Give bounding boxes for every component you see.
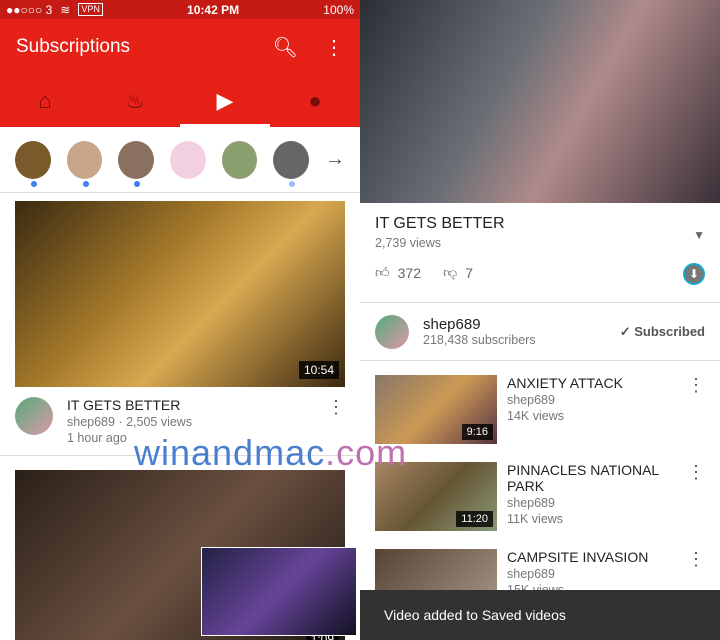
- tab-subscriptions[interactable]: ▶: [180, 75, 270, 127]
- video-info: IT GETS BETTER 2,739 views ▼ 👍︎ 372 👎︎ 7 ⬇: [360, 203, 720, 303]
- channel-avatar[interactable]: [66, 140, 103, 187]
- tab-account[interactable]: ●: [270, 75, 360, 127]
- tab-trending[interactable]: ♨: [90, 75, 180, 127]
- duration: 11:20: [456, 511, 493, 527]
- snackbar: Video added to Saved videos: [360, 590, 720, 640]
- tab-bar: ⌂ ♨ ▶ ●: [0, 75, 360, 127]
- status-bar: ●●○○○ 3 ≋ VPN 10:42 PM 100%: [0, 0, 360, 19]
- check-icon: ✓: [619, 323, 635, 339]
- mini-player[interactable]: [201, 547, 357, 636]
- arrow-right-icon[interactable]: →: [325, 148, 345, 171]
- download-icon[interactable]: ⬇: [683, 263, 705, 285]
- dislike-count: 7: [465, 264, 474, 281]
- video-title: IT GETS BETTER: [375, 215, 505, 232]
- channel-row[interactable]: shep689 218,438 subscribers ✓ Subscribed: [360, 303, 720, 361]
- carrier: ●●○○○ 3: [6, 2, 53, 17]
- channel-name: shep689: [507, 393, 555, 407]
- video-title: IT GETS BETTER: [67, 397, 181, 413]
- watch-screen: IT GETS BETTER 2,739 views ▼ 👍︎ 372 👎︎ 7 ⬇…: [360, 0, 720, 640]
- video-title: ANXIETY ATTACK: [507, 375, 623, 391]
- view-count: 2,739 views: [375, 236, 442, 250]
- avatar[interactable]: [15, 397, 53, 435]
- more-vert-icon[interactable]: ⋮: [687, 375, 705, 448]
- vpn-badge: VPN: [78, 3, 103, 16]
- thumbs-up-icon[interactable]: 👍︎: [375, 264, 390, 281]
- channel-strip: →: [0, 127, 360, 193]
- channel-avatar[interactable]: [273, 140, 310, 187]
- avatar[interactable]: [375, 314, 409, 349]
- duration: 10:54: [298, 361, 339, 379]
- time: 10:42 PM: [187, 2, 240, 17]
- duration: 9:16: [461, 424, 493, 440]
- like-count: 372: [397, 264, 421, 281]
- flame-icon: ♨: [125, 88, 145, 113]
- app-bar: Subscriptions 🔍︎ ⋮: [0, 19, 360, 75]
- thumbs-down-icon[interactable]: 👎︎: [443, 264, 457, 281]
- subscriptions-icon: ▶: [216, 88, 234, 113]
- channel-avatar[interactable]: [170, 140, 206, 179]
- battery: 100%: [323, 2, 354, 17]
- channel-avatar[interactable]: [221, 140, 258, 179]
- related-video[interactable]: 11:20 PINNACLES NATIONAL PARK shep689 11K …: [360, 448, 720, 535]
- expand-icon[interactable]: ▼: [693, 228, 705, 242]
- view-count: 14K views: [507, 409, 564, 423]
- channel-name: shep689: [423, 316, 481, 333]
- status-left: ●●○○○ 3 ≋ VPN: [6, 3, 103, 17]
- video-player[interactable]: [360, 0, 720, 203]
- watermark: winandmac.com: [134, 432, 408, 473]
- video-thumbnail[interactable]: 10:54: [15, 201, 345, 387]
- home-icon: ⌂: [38, 88, 52, 113]
- more-vert-icon[interactable]: ⋮: [324, 35, 344, 60]
- related-video[interactable]: 9:16 ANXIETY ATTACK shep689 14K views ⋮: [360, 361, 720, 448]
- channel-views: shep689 · 2,505 views: [67, 415, 193, 429]
- channel-name: shep689: [507, 567, 555, 581]
- more-vert-icon[interactable]: ⋮: [687, 462, 705, 535]
- page-title: Subscriptions: [16, 36, 131, 57]
- subscribed-button[interactable]: ✓ Subscribed: [620, 324, 705, 340]
- wifi-icon: ≋: [60, 2, 71, 17]
- channel-name: shep689: [507, 496, 555, 510]
- subscriber-count: 218,438 subscribers: [423, 333, 536, 347]
- video-title: PINNACLES NATIONAL PARK: [507, 462, 659, 494]
- view-count: 11K views: [507, 512, 564, 526]
- feed-item[interactable]: 10:54 IT GETS BETTER shep689 · 2,505 vie…: [0, 193, 360, 455]
- video-title: CAMPSITE INVASION: [507, 549, 649, 565]
- channel-avatar[interactable]: [15, 140, 51, 187]
- subscriptions-screen: ●●○○○ 3 ≋ VPN 10:42 PM 100% Subscription…: [0, 0, 360, 640]
- person-icon: ●: [308, 88, 322, 113]
- channel-avatar[interactable]: [118, 140, 155, 187]
- tab-home[interactable]: ⌂: [0, 75, 90, 127]
- search-icon[interactable]: 🔍︎: [273, 35, 298, 60]
